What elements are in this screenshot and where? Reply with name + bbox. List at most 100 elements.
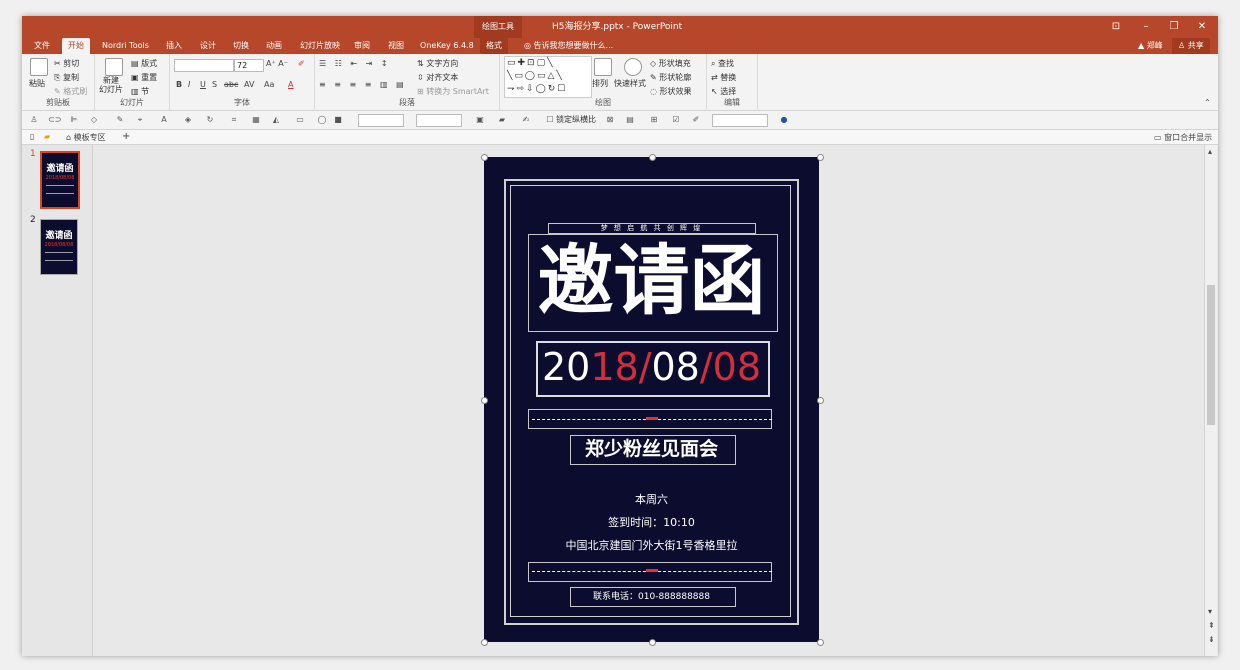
pen-tool-icon[interactable]: ✎ (114, 114, 126, 126)
layers-tool-icon[interactable]: ▤ (624, 114, 636, 126)
tab-format[interactable]: 格式 (480, 38, 508, 54)
tab-animations[interactable]: 动画 (260, 38, 288, 54)
resize-handle[interactable] (481, 154, 488, 161)
font-color-button[interactable]: A (288, 80, 293, 89)
tab-file[interactable]: 文件 (28, 38, 56, 54)
resize-handle[interactable] (649, 639, 656, 646)
strikethrough-button[interactable]: abc (224, 80, 238, 89)
resize-handle[interactable] (817, 639, 824, 646)
paste-button[interactable]: 粘贴 (29, 78, 45, 89)
square-tool-icon[interactable]: ⊠ (604, 114, 616, 126)
merge-tool-icon[interactable]: ⊞ (648, 114, 660, 126)
reset-button[interactable]: ▣ 重置 (131, 72, 157, 83)
change-case-button[interactable]: Aa (264, 80, 274, 89)
shape-outline-button[interactable]: ✎ 形状轮廓 (650, 72, 691, 83)
rotate-tool-icon[interactable]: ↻ (204, 114, 216, 126)
tab-slideshow[interactable]: 幻灯片放映 (294, 38, 346, 54)
copy-button[interactable]: ⎘ 复制 (54, 72, 79, 83)
arrange-button[interactable]: 排列 (592, 78, 608, 89)
format-painter-button[interactable]: ✎ 格式刷 (54, 86, 87, 97)
new-slide-icon[interactable] (105, 58, 123, 76)
crop-tool-icon[interactable]: ⌗ (228, 114, 240, 126)
share-button[interactable]: ♙ 共享 (1172, 38, 1210, 54)
address-text[interactable]: 中国北京建国门外大街1号香格里拉 (484, 537, 819, 553)
tab-review[interactable]: 审阅 (348, 38, 376, 54)
resize-handle[interactable] (817, 397, 824, 404)
resize-handle[interactable] (649, 154, 656, 161)
ribbon-display-icon[interactable]: ⊡ (1102, 16, 1130, 38)
color-swatch-icon[interactable]: ■ (332, 114, 344, 126)
bold-button[interactable]: B (176, 80, 182, 89)
close-button[interactable]: ✕ (1188, 16, 1216, 38)
add-tab-button[interactable]: + (122, 131, 130, 142)
smartart-button[interactable]: ⊞ 转换为 SmartArt (417, 86, 489, 97)
align-icons[interactable]: ≡ ≡ ≡ ≡ ▥ ▤ (319, 80, 407, 89)
text-direction-button[interactable]: ⇅ 文字方向 (417, 58, 458, 69)
font-name-combo[interactable] (174, 59, 234, 72)
signin-text[interactable]: 签到时间：10:10 (484, 514, 819, 530)
tab-nordri-tools[interactable]: Nordri Tools (96, 38, 155, 54)
layout-button[interactable]: ▤ 版式 (131, 58, 157, 69)
merge-windows-button[interactable]: ▭ 窗口合并显示 (1154, 132, 1212, 143)
align-text-button[interactable]: ⇳ 对齐文本 (417, 72, 458, 83)
open-folder-icon[interactable]: ▰ (44, 132, 50, 141)
quick-styles-icon[interactable] (624, 58, 642, 76)
cut-button[interactable]: ✂ 剪切 (54, 58, 79, 69)
scroll-up-icon[interactable]: ▴ (1208, 147, 1212, 156)
arrange-icon[interactable] (594, 58, 612, 76)
shape-fill-button[interactable]: ◇ 形状填充 (650, 58, 691, 69)
edit-tool-icon[interactable]: ✍ (520, 114, 532, 126)
align-tool-icon[interactable]: ⊫ (68, 114, 80, 126)
replace-button[interactable]: ⇄ 替换 (711, 72, 736, 83)
day-text[interactable]: 本周六 (484, 491, 819, 507)
style-combo[interactable] (712, 114, 768, 127)
shape-tool-icon[interactable]: ◇ (88, 114, 100, 126)
next-slide-icon[interactable]: ⇟ (1208, 635, 1215, 644)
palette-tool-icon[interactable]: ● (778, 114, 790, 126)
quick-styles-button[interactable]: 快速样式 (614, 78, 646, 89)
link-tool-icon[interactable]: ⊂⊃ (48, 114, 61, 126)
text-color-icon[interactable]: A (158, 114, 170, 126)
paste-icon[interactable] (30, 58, 48, 76)
phone-text[interactable]: 联系电话：010-888888888 (484, 589, 819, 602)
shadow-button[interactable]: S (212, 80, 217, 89)
frame-tool-icon[interactable]: ▭ (294, 114, 306, 126)
shape-effects-button[interactable]: ◌ 形状效果 (650, 86, 692, 97)
new-document-icon[interactable]: ▯ (30, 132, 34, 141)
tell-me-box[interactable]: ◎ 告诉我您想要做什么... (524, 38, 613, 54)
circle-tool-icon[interactable]: ◯ (316, 114, 328, 126)
resize-handle[interactable] (481, 639, 488, 646)
tagline-text[interactable]: 梦 想 启 航 共 创 辉 煌 (484, 223, 819, 233)
check-tool-icon[interactable]: ☑ (670, 114, 682, 126)
user-account[interactable]: ▲ 郑峰 (1138, 38, 1163, 54)
resize-handle[interactable] (481, 397, 488, 404)
font-size-combo[interactable]: 72 (234, 59, 264, 72)
date-text[interactable]: 2018/08/08 (484, 345, 819, 389)
fill-tool-icon[interactable]: ◈ (182, 114, 194, 126)
restore-button[interactable]: ❐ (1160, 16, 1188, 38)
new-slide-button[interactable]: 新建 幻灯片 (99, 76, 123, 94)
person-tool-icon[interactable]: ♙ (28, 114, 40, 126)
slide-thumbnail-1[interactable]: 邀请函 2018/08/08 (40, 151, 80, 209)
tab-onekey[interactable]: OneKey 6.4.8 (414, 38, 480, 54)
grid-tool-icon[interactable]: ▦ (250, 114, 262, 126)
width-input[interactable] (358, 114, 404, 127)
tab-transitions[interactable]: 切换 (227, 38, 255, 54)
find-button[interactable]: ⌕ 查找 (711, 58, 734, 69)
tab-home[interactable]: 开始 (62, 38, 90, 54)
resize-handle[interactable] (817, 154, 824, 161)
spacing-button[interactable]: AV (244, 80, 254, 89)
slide-thumbnail-2[interactable]: 邀请函 2018/08/08 (40, 219, 78, 275)
tab-insert[interactable]: 插入 (160, 38, 188, 54)
vertical-scrollbar[interactable]: ▴ ▾ ⇞ ⇟ (1204, 145, 1217, 656)
collapse-ribbon-icon[interactable]: ⌃ (1204, 98, 1211, 107)
divider-box-bottom[interactable] (528, 562, 772, 582)
section-button[interactable]: ▥ 节 (131, 86, 149, 97)
eyedropper-icon[interactable]: ⌖ (134, 114, 146, 126)
underline-button[interactable]: U (200, 80, 206, 89)
title-text[interactable]: 邀请函 (484, 235, 819, 327)
event-text[interactable]: 郑少粉丝见面会 (484, 437, 819, 461)
shapes-gallery[interactable]: ▭✚⊡▢╲ ╲▭◯▭△╲ ⇁⇨⇩◯↻☐ (504, 56, 592, 98)
minimize-button[interactable]: – (1132, 16, 1160, 38)
scroll-down-icon[interactable]: ▾ (1208, 607, 1212, 616)
